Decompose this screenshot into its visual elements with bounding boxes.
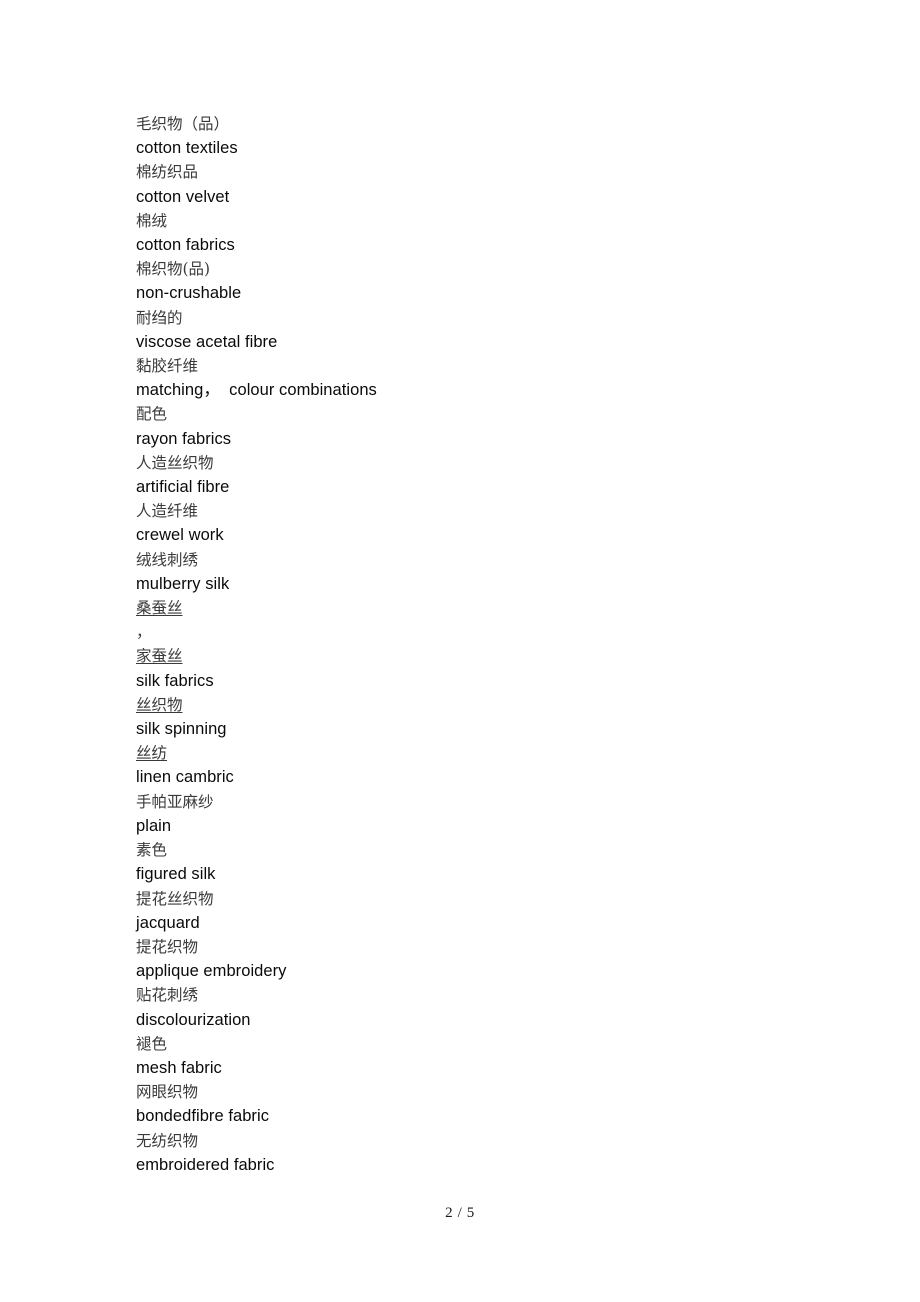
glossary-line: artificial fibre (136, 478, 230, 497)
glossary-line: 棉绒 (136, 211, 168, 230)
glossary-line: cotton textiles (136, 139, 238, 158)
glossary-line: 毛织物（品） (136, 115, 230, 133)
glossary-line: 提花丝织物 (136, 889, 214, 908)
glossary-line: 手帕亚麻纱 (136, 792, 214, 811)
glossary-line: discolourization (136, 1010, 251, 1029)
glossary-line: 耐绉的 (136, 308, 183, 327)
page-number: 2 / 5 (445, 1205, 475, 1221)
glossary-line: 素色 (136, 841, 168, 860)
glossary-line: 绒线刺绣 (136, 550, 199, 569)
glossary-line: mulberry silk (136, 574, 230, 593)
glossary-line: silk spinning (136, 720, 227, 739)
glossary-line: cotton velvet (136, 187, 230, 206)
glossary-line: cotton fabrics (136, 236, 235, 255)
glossary-line: 提花织物 (136, 937, 199, 956)
glossary-line: 家蚕丝 (136, 647, 183, 666)
glossary-line: 丝织物 (136, 695, 183, 714)
glossary-line: crewel work (136, 526, 224, 545)
glossary-line: 丝纺 (136, 744, 168, 763)
glossary-line: 无纺织物 (136, 1131, 199, 1150)
glossary-line: 黏胶纤维 (136, 357, 199, 376)
glossary-line: 桑蚕丝 (136, 599, 183, 618)
document-page: 毛织物（品） cotton textiles 棉纺织品 cotton velvet 棉绒… (0, 0, 920, 1302)
glossary-line: 网眼织物 (136, 1083, 199, 1102)
glossary-line: embroidered fabric (136, 1155, 275, 1174)
glossary-line: non-crushable (136, 284, 242, 303)
glossary-list: 毛织物（品） cotton textiles 棉纺织品 cotton velvet 棉绒… (136, 112, 836, 1177)
glossary-line: rayon fabrics (136, 429, 232, 448)
glossary-line: matching， colour combinations (136, 381, 377, 400)
glossary-line: 人造纤维 (136, 502, 199, 521)
glossary-line: 人造丝织物 (136, 453, 214, 472)
glossary-line: viscose acetal fibre (136, 332, 278, 351)
glossary-line: 棉织物(品) (136, 260, 211, 279)
glossary-line: 贴花刺绣 (136, 986, 199, 1005)
glossary-line: 配色 (136, 405, 168, 424)
glossary-line: 棉纺织品 (136, 163, 199, 182)
glossary-line: silk fabrics (136, 671, 214, 690)
glossary-line: jacquard (136, 913, 200, 932)
glossary-line: ， (136, 623, 152, 642)
glossary-line: bondedfibre fabric (136, 1107, 269, 1126)
glossary-line: applique embroidery (136, 962, 287, 981)
glossary-line: figured silk (136, 865, 216, 884)
glossary-line: plain (136, 816, 172, 835)
glossary-line: linen cambric (136, 768, 234, 787)
glossary-line: 褪色 (136, 1034, 168, 1053)
glossary-line: mesh fabric (136, 1058, 222, 1077)
